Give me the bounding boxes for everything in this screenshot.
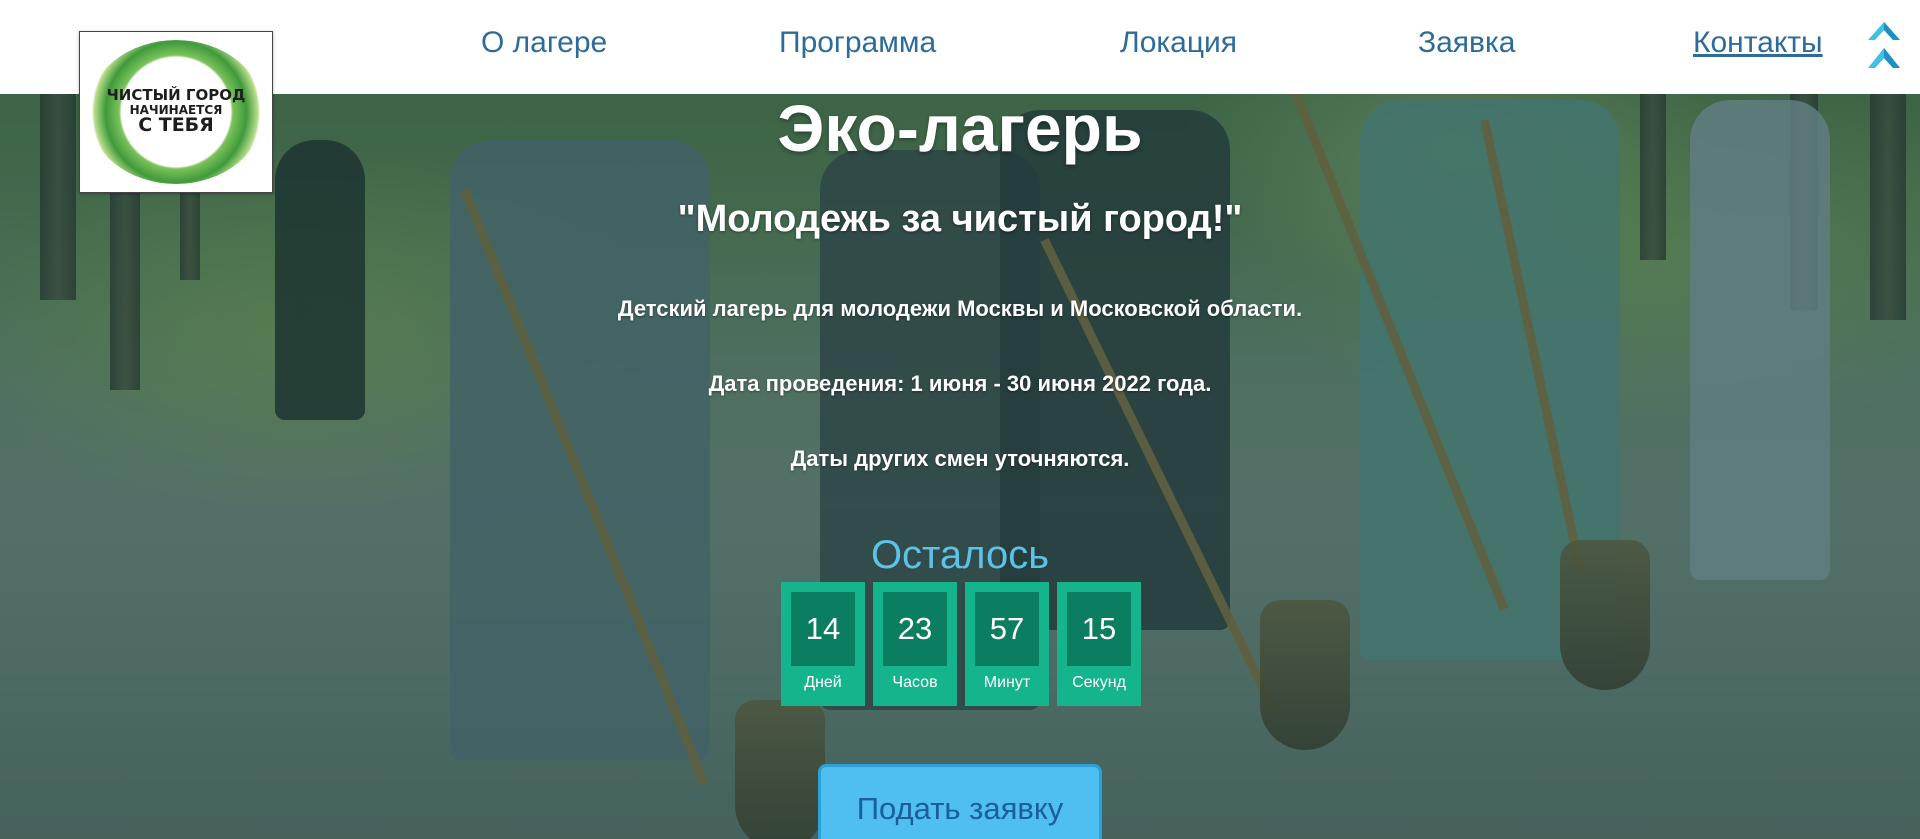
apply-button[interactable]: Подать заявку [818, 764, 1102, 839]
countdown-seconds-label: Секунд [1072, 674, 1126, 691]
hero-description: Детский лагерь для молодежи Москвы и Мос… [617, 296, 1303, 321]
countdown-timer: 14 Дней 23 Часов 57 Минут 15 Секунд [781, 582, 1141, 706]
countdown-days: 14 Дней [781, 582, 865, 706]
nav-link-contacts[interactable]: Контакты [1693, 26, 1823, 60]
countdown-minutes: 57 Минут [965, 582, 1049, 706]
hero-content: Эко-лагерь "Молодежь за чистый город!" Д… [0, 0, 1920, 839]
main-nav: О лагере Программа Локация Заявка Контак… [0, 26, 1920, 68]
hero-subtitle: "Молодежь за чистый город!" [677, 198, 1243, 240]
nav-link-application[interactable]: Заявка [1418, 26, 1515, 60]
countdown-days-label: Дней [804, 674, 842, 691]
countdown-title: Осталось [870, 533, 1050, 577]
logo-text-line-3: С ТЕБЯ [138, 114, 214, 137]
page-title: Эко-лагерь [777, 91, 1143, 165]
countdown-days-value: 14 [791, 592, 855, 666]
countdown-seconds: 15 Секунд [1057, 582, 1141, 706]
nav-link-about[interactable]: О лагере [481, 26, 607, 60]
site-header: О лагере Программа Локация Заявка Контак… [0, 0, 1920, 94]
nav-link-program[interactable]: Программа [779, 26, 936, 60]
logo-text-line-1: ЧИСТЫЙ ГОРОД [106, 85, 246, 104]
hero-note: Даты других смен уточняются. [790, 446, 1130, 471]
countdown-seconds-value: 15 [1067, 592, 1131, 666]
site-logo[interactable]: ЧИСТЫЙ ГОРОД НАЧИНАЕТСЯ С ТЕБЯ [79, 31, 273, 193]
countdown-hours-label: Часов [892, 674, 938, 691]
nav-link-location[interactable]: Локация [1120, 26, 1237, 60]
countdown-minutes-label: Минут [983, 674, 1031, 691]
countdown-hours: 23 Часов [873, 582, 957, 706]
hero-dates: Дата проведения: 1 июня - 30 июня 2022 г… [708, 371, 1212, 396]
double-chevron-up-icon[interactable] [1860, 18, 1910, 74]
logo-badge: ЧИСТЫЙ ГОРОД НАЧИНАЕТСЯ С ТЕБЯ [88, 40, 264, 184]
countdown-minutes-value: 57 [975, 592, 1039, 666]
countdown-hours-value: 23 [883, 592, 947, 666]
